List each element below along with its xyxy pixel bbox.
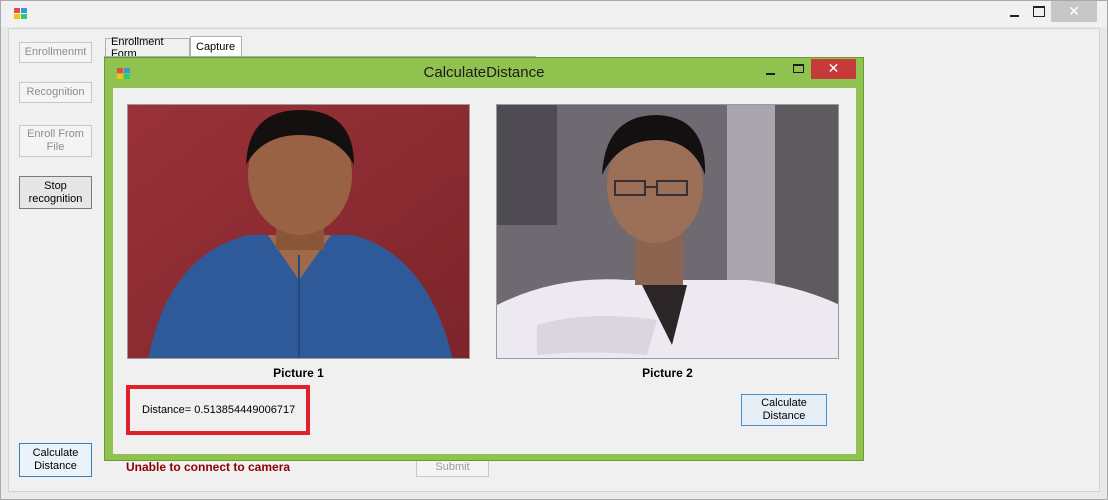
tab-enrollment-form[interactable]: Enrollment Form <box>105 36 190 60</box>
picture2-box <box>496 104 839 359</box>
calculate-distance-button[interactable]: Calculate Distance <box>741 394 827 426</box>
close-icon: ✕ <box>827 61 840 77</box>
calculate-distance-main-button[interactable]: Calculate Distance <box>19 443 92 477</box>
distance-highlight-box: Distance= 0.513854449006717 <box>126 385 310 435</box>
dialog-maximize-button[interactable] <box>793 64 804 73</box>
maximize-button[interactable] <box>1027 1 1051 22</box>
app-icon <box>14 8 28 20</box>
close-button[interactable]: ✕ <box>1051 1 1097 22</box>
minimize-button[interactable] <box>1001 1 1027 22</box>
calculate-distance-dialog: CalculateDistance ✕ Picture 1 Picture 2 … <box>104 57 864 461</box>
picture1-label: Picture 1 <box>273 366 324 380</box>
camera-status-text: Unable to connect to camera <box>126 460 291 474</box>
picture1-box <box>127 104 470 359</box>
enrollment-button[interactable]: Enrollmenmt <box>19 42 92 63</box>
dialog-minimize-button[interactable] <box>765 64 777 76</box>
recognition-button[interactable]: Recognition <box>19 82 92 103</box>
tab-capture[interactable]: Capture <box>190 36 242 57</box>
picture1-photo <box>128 105 469 358</box>
enroll-from-file-button[interactable]: Enroll From File <box>19 125 92 157</box>
dialog-client-area: Picture 1 Picture 2 Distance= 0.51385444… <box>113 88 856 454</box>
main-titlebar: ✕ <box>1 1 1107 27</box>
dialog-close-button[interactable]: ✕ <box>811 59 856 79</box>
picture2-label: Picture 2 <box>642 366 693 380</box>
dialog-title: CalculateDistance <box>423 64 545 81</box>
close-icon: ✕ <box>1068 3 1080 20</box>
stop-recognition-button[interactable]: Stop recognition <box>19 176 92 209</box>
picture2-photo <box>497 105 838 358</box>
distance-result-text: Distance= 0.513854449006717 <box>142 404 296 416</box>
